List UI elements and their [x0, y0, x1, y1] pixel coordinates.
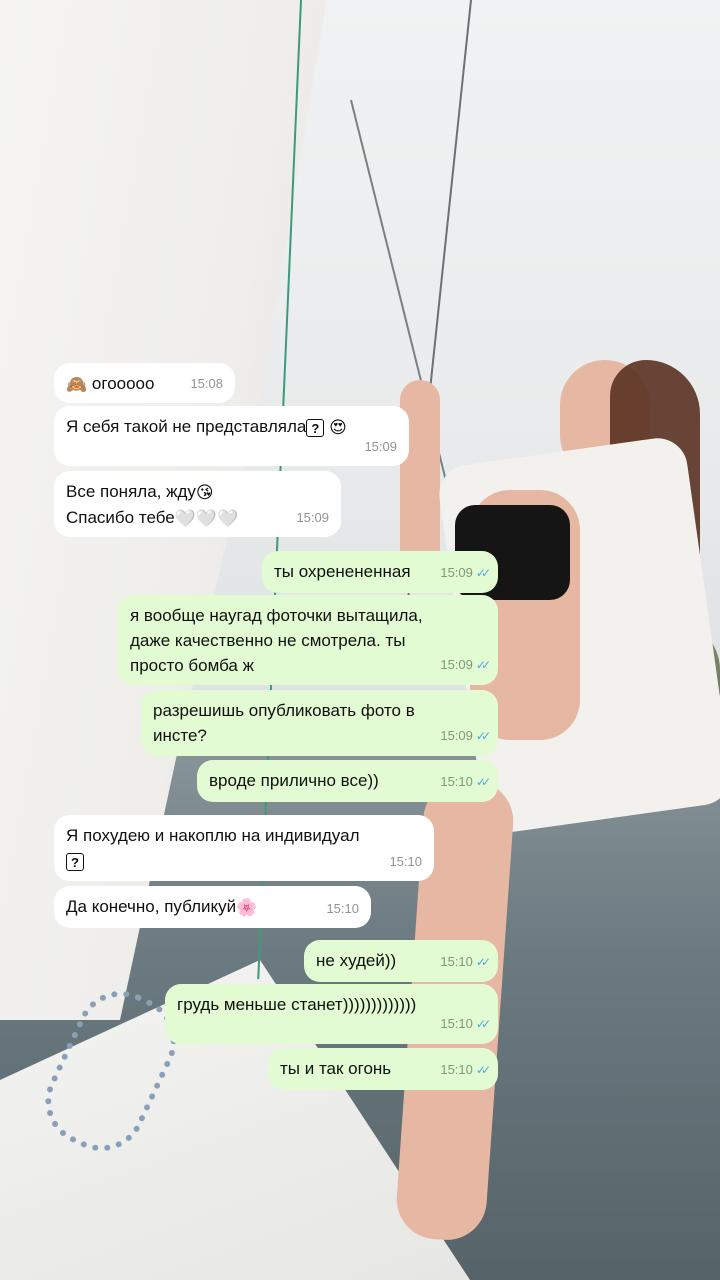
message-text: разрешишь опубликовать фото в инсте?	[153, 701, 415, 745]
message-time: 15:10	[326, 901, 359, 916]
message-time: 15:10	[440, 774, 473, 789]
arm	[400, 380, 440, 580]
message-outgoing[interactable]: грудь меньше станет))))))))))))) 15:10 ✓✓	[165, 984, 498, 1044]
message-time: 15:09	[440, 728, 473, 743]
message-text: Я похудею и накоплю на индивидуал	[66, 826, 360, 845]
message-incoming[interactable]: Все поняла, жду😘 Спасибо тебе🤍🤍🤍 15:09	[54, 471, 341, 537]
white-hearts-icon: 🤍🤍🤍	[174, 509, 239, 529]
cherry-blossom-icon: 🌸	[236, 898, 258, 918]
message-incoming[interactable]: Я себя такой не представляла? 😍 15:09	[54, 406, 409, 466]
message-outgoing[interactable]: вроде прилично все)) 15:10 ✓✓	[197, 760, 498, 802]
message-text: огооооо	[91, 374, 155, 393]
read-receipt-icon: ✓✓	[475, 729, 491, 743]
read-receipt-icon: ✓✓	[475, 566, 491, 580]
message-text: Я себя такой не представляла	[66, 417, 307, 436]
message-incoming[interactable]: Да конечно, публикуй🌸 15:10	[54, 886, 371, 928]
message-time: 15:10	[440, 1016, 473, 1031]
unknown-char-marker: ?	[306, 418, 325, 437]
message-time: 15:10	[440, 954, 473, 969]
read-receipt-icon: ✓✓	[475, 1063, 491, 1077]
message-outgoing[interactable]: не худей)) 15:10 ✓✓	[304, 940, 498, 982]
message-time: 15:09	[296, 510, 329, 525]
read-receipt-icon: ✓✓	[475, 1017, 491, 1031]
message-text: я вообще наугад фоточки вытащила, даже к…	[130, 606, 423, 675]
see-no-evil-monkey-icon: 🙈	[66, 375, 88, 395]
message-outgoing[interactable]: я вообще наугад фоточки вытащила, даже к…	[118, 595, 498, 685]
message-text: Спасибо тебе	[66, 508, 175, 528]
message-time: 15:09	[440, 657, 473, 672]
heart-eyes-icon: 😍	[329, 418, 347, 438]
message-time: 15:10	[389, 854, 422, 869]
message-time: 15:09	[440, 565, 473, 580]
message-outgoing[interactable]: ты и так огонь 15:10 ✓✓	[268, 1048, 498, 1090]
message-outgoing[interactable]: ты охренененная 15:09 ✓✓	[262, 551, 498, 593]
message-time: 15:09	[364, 439, 397, 454]
message-outgoing[interactable]: разрешишь опубликовать фото в инсте? 15:…	[141, 690, 498, 756]
message-text: Все поняла, жду	[66, 482, 196, 501]
message-text: Да конечно, публикуй	[66, 897, 237, 916]
read-receipt-icon: ✓✓	[475, 775, 491, 789]
message-time: 15:10	[440, 1062, 473, 1077]
unknown-char-marker: ?	[66, 852, 84, 871]
kissing-face-icon: 😘	[195, 483, 214, 503]
message-incoming[interactable]: 🙈 огооооо 15:08	[54, 363, 235, 403]
message-time: 15:08	[190, 376, 223, 391]
read-receipt-icon: ✓✓	[475, 955, 491, 969]
message-incoming[interactable]: Я похудею и накоплю на индивидуал ? 15:1…	[54, 815, 434, 881]
read-receipt-icon: ✓✓	[475, 658, 491, 672]
